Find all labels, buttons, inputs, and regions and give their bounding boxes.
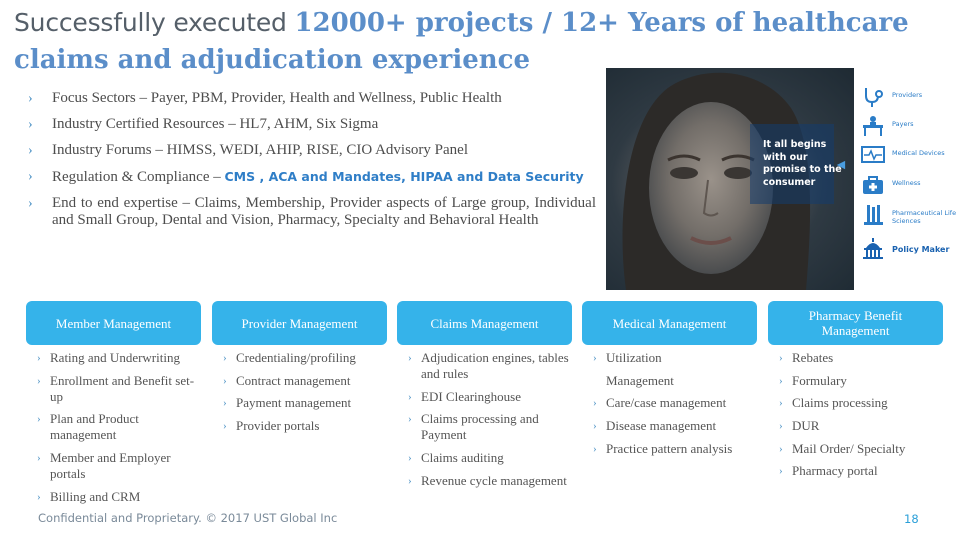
chevron-right-icon: › (593, 352, 597, 364)
chevron-right-icon: › (779, 442, 783, 455)
list-item: › Claims processing and Payment (408, 411, 539, 443)
highlight-item: › Industry Certified Resources – HL7, AHM… (28, 116, 379, 132)
category-pharmacy-benefit-management: Pharmacy Benefit Management (768, 301, 943, 345)
test-tube-icon (864, 205, 883, 225)
list-item: › Rebates (779, 350, 834, 365)
member-management-list: › Rating and Underwriting › Enrollment and… (37, 350, 202, 511)
slide-title-lead: Successfully executed (14, 8, 295, 37)
list-item: › Credentialing/profiling (223, 350, 356, 365)
pharmacy-benefit-list: › Rebates › Formulary › Claims processing ›… (779, 350, 944, 486)
stethoscope-icon (865, 88, 883, 107)
stakeholder-medical-devices: Medical Devices (860, 142, 960, 172)
chevron-right-icon: › (779, 374, 783, 387)
slide-title: Successfully executed 12000+ projects / … (14, 4, 959, 78)
chevron-right-icon: › (37, 413, 41, 426)
chevron-right-icon: › (37, 352, 41, 364)
highlight-item: › Industry Forums – HIMSS, WEDI, AHIP, RI… (28, 142, 468, 158)
list-item: › DUR (779, 418, 820, 434)
medical-management-list: ›Utilization ›Management ›Care/case mana… (593, 350, 758, 463)
first-aid-kit-icon (863, 176, 883, 194)
list-item: › Enrollment and Benefit set-up (37, 372, 195, 404)
list-item: › Mail Order/ Specialty (779, 440, 906, 456)
highlight-item: › End to end expertise – Claims, Membersh… (28, 195, 596, 228)
category-claims-management: Claims Management (397, 301, 572, 345)
list-item: › Contract management (223, 372, 351, 388)
list-item: › Claims processing (779, 395, 888, 411)
list-item: ›Management (606, 372, 674, 388)
list-item: › Claims auditing (408, 450, 504, 466)
list-item: › Utilization (593, 350, 662, 365)
chevron-right-icon: › (779, 420, 783, 433)
chevron-right-icon: › (28, 117, 33, 132)
list-item: › Care/case management (593, 395, 727, 411)
highlight-cms: CMS (224, 169, 256, 184)
list-item: › EDI Clearinghouse (408, 388, 522, 404)
provider-management-list: › Credentialing/profiling › Contract manag… (223, 350, 388, 441)
capitol-building-icon (863, 238, 883, 259)
chevron-right-icon: › (779, 465, 783, 478)
chevron-right-icon: › (408, 352, 412, 364)
category-provider-management: Provider Management (212, 301, 387, 345)
chevron-right-icon: › (28, 91, 33, 106)
list-item: › Revenue cycle management (408, 472, 567, 488)
list-item: › Practice pattern analysis (593, 440, 733, 456)
chevron-right-icon: › (37, 374, 41, 387)
category-medical-management: Medical Management (582, 301, 757, 345)
chevron-right-icon: › (408, 452, 412, 465)
chevron-right-icon: › (28, 196, 33, 211)
list-item: › Disease management (593, 418, 717, 434)
list-item: › Formulary (779, 372, 847, 388)
stakeholder-wellness: Wellness (860, 172, 960, 202)
list-item: › Billing and CRM (37, 488, 141, 504)
claims-management-list: › Adjudication engines, tables and rules … (408, 350, 573, 495)
list-item: › Plan and Product management (37, 411, 139, 443)
monitor-icon (861, 146, 885, 163)
chevron-right-icon: › (37, 490, 41, 503)
chevron-right-icon: › (593, 442, 597, 455)
chevron-right-icon: › (223, 352, 227, 364)
stakeholder-pharma: Pharmaceutical Life Sciences (860, 202, 960, 232)
chevron-right-icon: › (593, 397, 597, 410)
chevron-right-icon: › (408, 413, 412, 426)
list-item: › Adjudication engines, tables and rules (408, 350, 569, 381)
list-item: › Pharmacy portal (779, 463, 878, 479)
stakeholder-payers: Payers (860, 113, 960, 143)
chevron-right-icon: › (223, 374, 227, 387)
list-item: › Provider portals (223, 418, 320, 434)
footer-copyright: Confidential and Proprietary. © 2017 UST… (38, 511, 338, 525)
chevron-right-icon: › (28, 169, 33, 184)
highlights-list: › Focus Sectors – Payer, PBM, Provider, H… (28, 90, 596, 238)
desk-person-icon (863, 116, 883, 136)
callout-text: It all begins with our promise to the co… (763, 139, 842, 188)
list-item: › Payment management (223, 395, 352, 411)
highlight-item: › Focus Sectors – Payer, PBM, Provider, H… (28, 90, 502, 106)
chevron-right-icon: › (223, 420, 227, 433)
chevron-right-icon: › (28, 143, 33, 158)
category-member-management: Member Management (26, 301, 201, 345)
chevron-right-icon: › (408, 390, 412, 403)
chevron-right-icon: › (779, 352, 783, 364)
chevron-right-icon: › (37, 452, 41, 465)
list-item: › Member and Employer portals (37, 450, 171, 482)
highlight-aca-hipaa: ACA and Mandates, HIPAA and Data Securit… (268, 169, 584, 184)
page-number: 18 (904, 512, 919, 526)
highlight-item: › Regulation & Compliance – CMS , ACA and… (28, 169, 584, 185)
chevron-right-icon: › (593, 420, 597, 433)
stakeholder-providers: Providers (860, 84, 960, 114)
stakeholder-policy-maker: Policy Maker (860, 236, 960, 266)
list-item: › Rating and Underwriting (37, 350, 180, 365)
chevron-right-icon: › (223, 397, 227, 410)
arrow-left-icon: ◄ (834, 158, 848, 173)
chevron-right-icon: › (779, 397, 783, 410)
chevron-right-icon: › (408, 474, 412, 487)
